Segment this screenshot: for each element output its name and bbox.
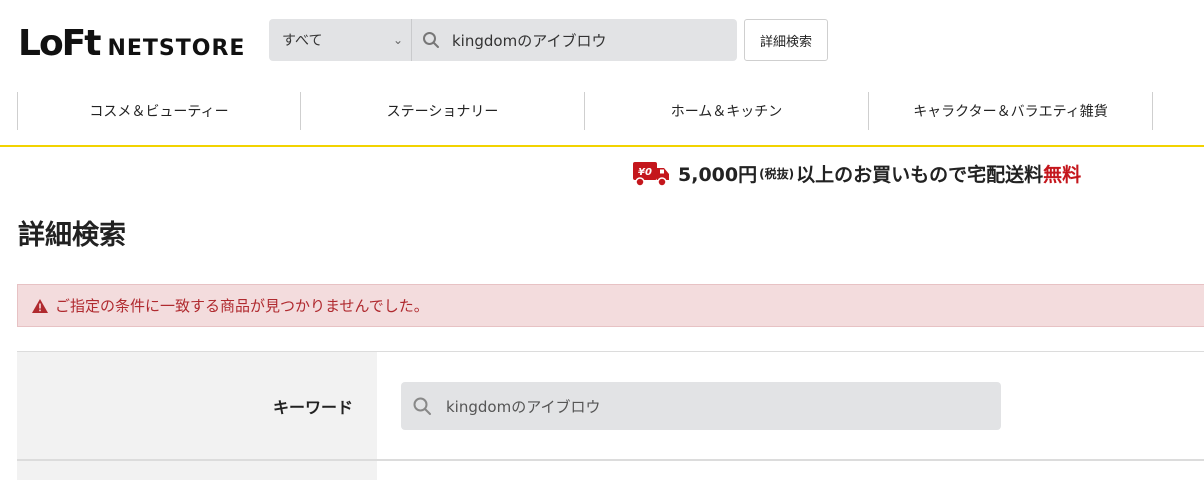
nav-item-more[interactable] bbox=[1152, 92, 1204, 130]
advanced-search-button[interactable]: 詳細検索 bbox=[744, 19, 828, 61]
shipping-free-label: 無料 bbox=[1043, 163, 1082, 186]
nav-item-label: ステーショナリー bbox=[386, 104, 499, 120]
form-row-next bbox=[17, 460, 1204, 480]
logo-loft-text: LoFt bbox=[18, 23, 101, 64]
category-nav: コスメ＆ビューティー ステーショナリー ホーム＆キッチン キャラクター＆バラエテ… bbox=[0, 92, 1204, 130]
warning-icon bbox=[32, 298, 48, 313]
keyword-input-value: kingdomのアイブロウ bbox=[446, 397, 601, 416]
keyword-field-cell: kingdomのアイブロウ bbox=[377, 352, 1204, 459]
site-logo[interactable]: LoFt NETSTORE bbox=[18, 20, 245, 62]
nav-item-label: コスメ＆ビューティー bbox=[89, 104, 229, 120]
delivery-truck-icon: ¥0 bbox=[633, 162, 669, 187]
chevron-down-icon: ⌄ bbox=[392, 33, 403, 47]
form-row-keyword: キーワード kingdomのアイブロウ bbox=[17, 351, 1204, 460]
shipping-banner-text: 以上のお買いもので宅配送料 bbox=[796, 163, 1044, 186]
search-icon bbox=[423, 32, 439, 48]
category-select-value: すべて bbox=[282, 33, 323, 49]
alert-message: ご指定の条件に一致する商品が見つかりませんでした。 bbox=[55, 297, 429, 315]
next-row-field-cell bbox=[377, 461, 1204, 480]
shipping-tax-note: (税抜) bbox=[759, 166, 795, 181]
keyword-label: キーワード bbox=[17, 352, 377, 459]
search-input-value: kingdomのアイブロウ bbox=[452, 31, 607, 50]
nav-item-cosme[interactable]: コスメ＆ビューティー bbox=[17, 92, 300, 130]
nav-item-home-kitchen[interactable]: ホーム＆キッチン bbox=[584, 92, 868, 130]
advanced-search-form: キーワード kingdomのアイブロウ bbox=[17, 351, 1204, 480]
search-input[interactable]: kingdomのアイブロウ bbox=[412, 30, 737, 51]
keyword-input[interactable]: kingdomのアイブロウ bbox=[401, 382, 1001, 430]
category-select[interactable]: すべて ⌄ bbox=[269, 19, 412, 61]
no-results-alert: ご指定の条件に一致する商品が見つかりませんでした。 bbox=[17, 284, 1204, 327]
page-title: 詳細検索 bbox=[18, 220, 126, 251]
nav-item-stationery[interactable]: ステーショナリー bbox=[300, 92, 584, 130]
header-search-bar: すべて ⌄ kingdomのアイブロウ bbox=[269, 19, 737, 61]
nav-item-character-variety[interactable]: キャラクター＆バラエティ雑貨 bbox=[868, 92, 1152, 130]
next-row-label bbox=[17, 461, 377, 480]
shipping-threshold-amount: 5,000円 bbox=[678, 163, 758, 186]
search-icon bbox=[413, 397, 431, 415]
nav-item-label: ホーム＆キッチン bbox=[670, 104, 783, 120]
nav-item-label: キャラクター＆バラエティ雑貨 bbox=[913, 104, 1108, 120]
free-shipping-banner[interactable]: ¥0 5,000円 (税抜) 以上のお買いもので宅配送料 無料 bbox=[632, 156, 1081, 190]
shipping-badge-text: ¥0 bbox=[638, 167, 652, 178]
nav-divider bbox=[0, 145, 1204, 147]
logo-netstore-text: NETSTORE bbox=[107, 36, 246, 61]
